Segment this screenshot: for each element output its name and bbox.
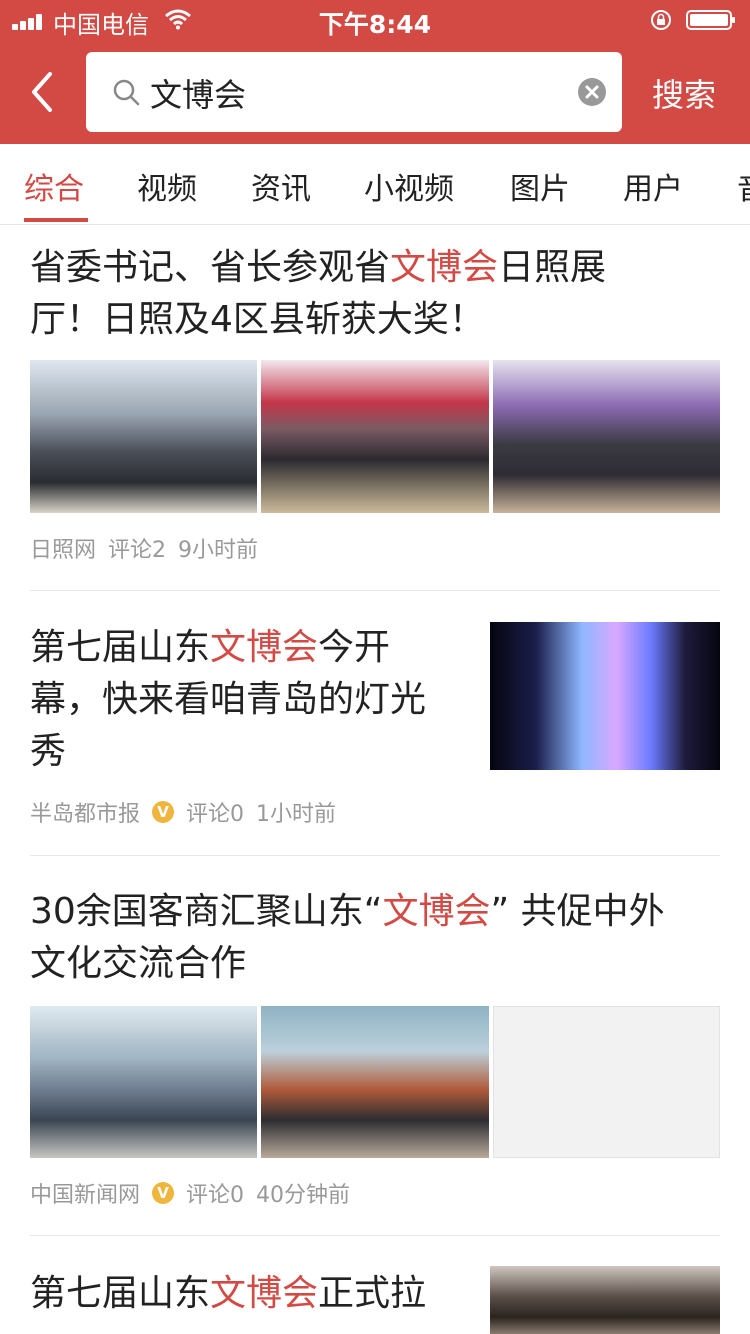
article-thumbnail[interactable] xyxy=(490,622,720,770)
battery-icon xyxy=(686,10,735,30)
source-name: 半岛都市报 xyxy=(30,802,141,827)
article-title: 30余国客商汇聚山东“文博会” 共促中外 文化交流合作 xyxy=(30,891,665,984)
article-thumbnail[interactable] xyxy=(30,360,257,513)
tab-short-video[interactable]: 小视频 xyxy=(364,164,454,208)
article-item[interactable]: 第七届山东文博会正式拉 xyxy=(30,1268,460,1320)
article-meta: 半岛都市报 V 评论0 1小时前 xyxy=(30,796,720,828)
chevron-left-icon[interactable] xyxy=(22,64,62,120)
article-thumbnail[interactable] xyxy=(261,1006,489,1158)
article-item[interactable]: 30余国客商汇聚山东“文博会” 共促中外 文化交流合作 xyxy=(30,886,720,990)
comment-count: 评论0 xyxy=(186,1183,245,1208)
search-icon xyxy=(113,79,140,106)
comment-count: 评论0 xyxy=(186,802,245,827)
article-title: 第七届山东文博会正式拉 xyxy=(30,1273,427,1314)
active-tab-indicator xyxy=(24,218,88,222)
tab-video[interactable]: 视频 xyxy=(137,164,197,208)
article-item[interactable]: 省委书记、省长参观省文博会日照展 厅！日照及4区县斩获大奖！ xyxy=(30,242,720,346)
divider xyxy=(30,590,720,591)
category-tabs: 综合 视频 资讯 小视频 图片 用户 音 xyxy=(0,144,750,225)
article-thumbnail[interactable] xyxy=(261,360,489,513)
article-thumbnail[interactable] xyxy=(30,1006,257,1158)
article-title: 第七届山东文博会今开 幕，快来看咱青岛的灯光 秀 xyxy=(30,627,427,772)
publish-time: 9小时前 xyxy=(178,538,259,563)
publish-time: 40分钟前 xyxy=(256,1183,351,1208)
article-thumbnail[interactable] xyxy=(490,1266,720,1334)
tab-comprehensive[interactable]: 综合 xyxy=(24,164,84,208)
verified-badge-icon: V xyxy=(152,801,175,823)
article-title: 省委书记、省长参观省文博会日照展 厅！日照及4区县斩获大奖！ xyxy=(30,247,607,340)
article-item[interactable]: 第七届山东文博会今开 幕，快来看咱青岛的灯光 秀 xyxy=(30,622,460,778)
comment-count: 评论2 xyxy=(108,538,167,563)
tab-music[interactable]: 音 xyxy=(737,164,750,208)
publish-time: 1小时前 xyxy=(256,802,337,827)
search-query: 文博会 xyxy=(150,76,247,114)
article-thumbnail[interactable] xyxy=(493,360,720,513)
verified-badge-icon: V xyxy=(152,1182,175,1204)
top-bar: 中国电信 下午8:44 文博会 搜索 xyxy=(0,0,750,144)
divider xyxy=(30,855,720,856)
clear-circle-icon[interactable] xyxy=(578,78,606,106)
article-meta: 中国新闻网 V 评论0 40分钟前 xyxy=(30,1177,720,1209)
status-bar: 中国电信 下午8:44 xyxy=(0,0,750,40)
search-button[interactable]: 搜索 xyxy=(652,70,716,116)
orientation-lock-icon xyxy=(651,10,671,30)
source-name: 中国新闻网 xyxy=(30,1183,141,1208)
search-input[interactable]: 文博会 xyxy=(86,52,622,132)
article-thumbnail-placeholder[interactable] xyxy=(493,1006,720,1158)
source-name: 日照网 xyxy=(30,538,97,563)
tab-news[interactable]: 资讯 xyxy=(251,164,311,208)
tab-users[interactable]: 用户 xyxy=(623,164,683,208)
tab-images[interactable]: 图片 xyxy=(510,164,570,208)
status-time: 下午8:44 xyxy=(318,10,432,39)
article-meta: 日照网 评论2 9小时前 xyxy=(30,532,720,564)
divider xyxy=(30,1235,720,1236)
